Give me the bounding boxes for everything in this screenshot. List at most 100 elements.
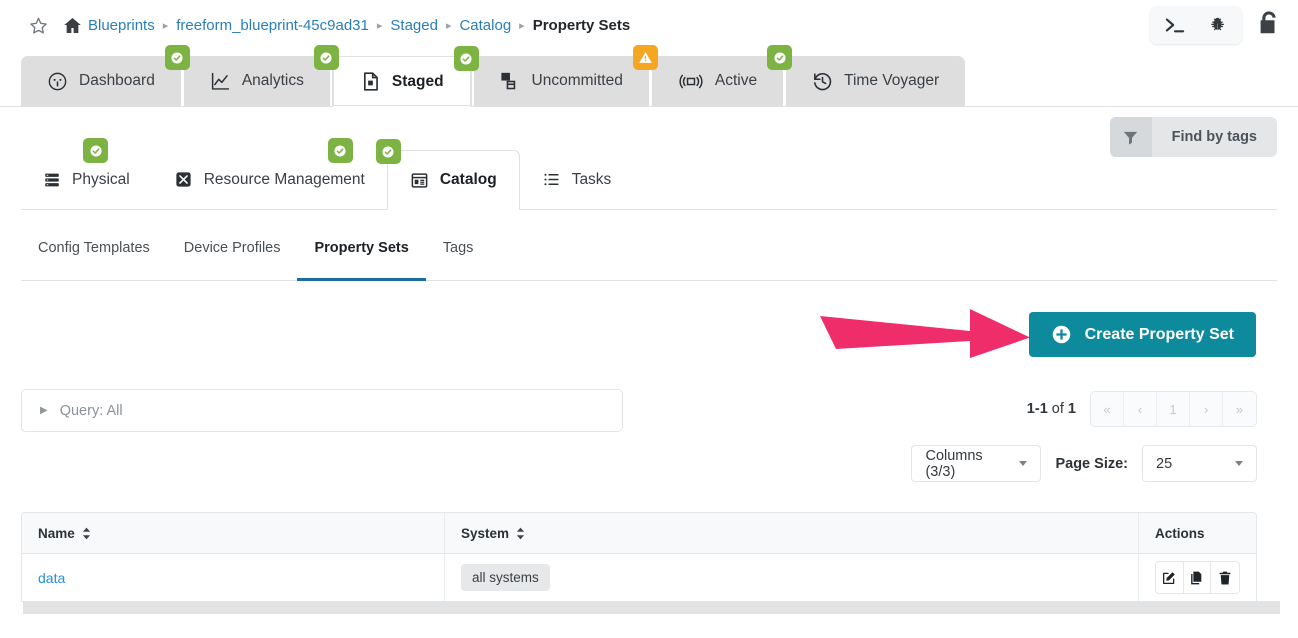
column-header-system[interactable]: System <box>445 513 1139 553</box>
tab-label: Analytics <box>242 72 304 90</box>
tertiary-tab-bar: Config Templates Device Profiles Propert… <box>21 238 1277 281</box>
property-set-link[interactable]: data <box>38 570 65 586</box>
subtab-label: Resource Management <box>204 171 365 189</box>
tab-dashboard[interactable]: Dashboard <box>21 56 181 106</box>
trash-delete-icon <box>1217 570 1233 586</box>
secondary-tab-bar: Physical Resource Management <box>21 150 1277 210</box>
row-action-group <box>1155 561 1240 594</box>
pagination-first-button[interactable]: « <box>1091 392 1124 426</box>
status-badge-ok <box>83 138 108 163</box>
unlocked-padlock-icon[interactable] <box>1254 9 1284 41</box>
create-property-set-button[interactable]: Create Property Set <box>1029 312 1256 357</box>
edit-button[interactable] <box>1156 562 1184 593</box>
column-header-label: System <box>461 526 509 541</box>
tab-label: Uncommitted <box>532 72 623 90</box>
sort-icon <box>516 527 525 540</box>
breadcrumb-item-catalog[interactable]: Catalog <box>459 17 511 34</box>
tab-label: Active <box>715 72 757 90</box>
secondary-tab-region: Physical Resource Management <box>0 107 1298 210</box>
header-action-group <box>1150 6 1242 44</box>
pointer-arrow <box>818 305 1048 360</box>
page-size-label: Page Size: <box>1055 456 1128 472</box>
filter-funnel-icon <box>1110 117 1152 157</box>
subtab-resource-management[interactable]: Resource Management <box>152 150 387 209</box>
catalog-icon <box>410 171 429 190</box>
pagination-last-button[interactable]: » <box>1223 392 1256 426</box>
uncommitted-boxes-icon <box>500 71 521 92</box>
terminal-icon[interactable] <box>1156 12 1194 38</box>
servers-icon <box>43 171 61 189</box>
subtab-physical[interactable]: Physical <box>21 150 152 209</box>
tab-label: Dashboard <box>79 72 155 90</box>
pagination-region: 1-1 of 1 « ‹ 1 › » <box>1027 391 1257 427</box>
status-badge-ok <box>328 138 353 163</box>
page-size-select[interactable]: 25 <box>1142 445 1257 482</box>
horizontal-scrollbar[interactable] <box>23 601 1280 614</box>
status-badge-ok <box>767 45 792 70</box>
breadcrumb-item-current: Property Sets <box>533 17 631 34</box>
pagination-summary: 1-1 of 1 <box>1027 401 1076 417</box>
column-header-label: Name <box>38 526 75 541</box>
gauge-icon <box>47 71 68 92</box>
tab-active[interactable]: Active <box>652 56 783 106</box>
pagination-controls: « ‹ 1 › » <box>1090 391 1257 427</box>
tab-label: Time Voyager <box>844 72 939 90</box>
status-badge-ok <box>314 45 339 70</box>
column-header-name[interactable]: Name <box>22 513 445 553</box>
pagination-total: 1 <box>1068 401 1076 417</box>
find-by-tags-button[interactable]: Find by tags <box>1110 117 1277 157</box>
caret-right-icon: ▶ <box>40 405 48 416</box>
find-by-tags-label: Find by tags <box>1152 117 1277 157</box>
cell-name: data <box>22 554 445 601</box>
page-size-value: 25 <box>1156 456 1172 472</box>
breadcrumb-item-blueprint-id[interactable]: freeform_blueprint-45c9ad31 <box>176 17 369 34</box>
chevron-down-icon <box>1235 461 1243 466</box>
tab-analytics[interactable]: Analytics <box>184 56 330 106</box>
query-filter-box[interactable]: ▶ Query: All <box>21 389 623 432</box>
system-badge: all systems <box>461 564 550 591</box>
status-badge-warning <box>633 45 658 70</box>
tab-property-sets[interactable]: Property Sets <box>297 238 425 281</box>
tab-config-templates[interactable]: Config Templates <box>21 238 167 280</box>
subtab-label: Catalog <box>440 171 497 189</box>
star-icon[interactable] <box>28 16 48 36</box>
pagination-next-button[interactable]: › <box>1190 392 1223 426</box>
subtab-label: Physical <box>72 171 130 189</box>
primary-tab-bar: Dashboard Analytics <box>0 51 1298 107</box>
tab-uncommitted[interactable]: Uncommitted <box>474 56 649 106</box>
plus-circle-icon <box>1051 324 1072 345</box>
tab-label: Staged <box>392 73 444 91</box>
table-header-row: Name System Actions <box>22 513 1256 554</box>
pagination-prev-button[interactable]: ‹ <box>1124 392 1157 426</box>
duplicate-button[interactable] <box>1184 562 1212 593</box>
create-property-set-label: Create Property Set <box>1085 326 1234 344</box>
column-header-label: Actions <box>1155 526 1205 541</box>
tab-staged[interactable]: Staged <box>333 56 471 107</box>
table-controls: Columns (3/3) Page Size: 25 <box>911 445 1257 482</box>
columns-select[interactable]: Columns (3/3) <box>911 445 1041 482</box>
breadcrumb-bar: Blueprints ▸ freeform_blueprint-45c9ad31… <box>0 0 1298 51</box>
history-clock-icon <box>812 71 833 92</box>
pagination-range: 1-1 <box>1027 401 1048 417</box>
line-chart-icon <box>210 71 231 92</box>
tab-tags[interactable]: Tags <box>426 238 491 280</box>
subtab-tasks[interactable]: Tasks <box>520 150 634 209</box>
bug-icon[interactable] <box>1198 12 1236 38</box>
subtab-catalog[interactable]: Catalog <box>387 150 520 210</box>
table-row: data all systems <box>22 554 1256 601</box>
query-text: Query: All <box>60 403 123 419</box>
home-icon[interactable] <box>62 16 82 36</box>
tab-time-voyager[interactable]: Time Voyager <box>786 56 965 106</box>
delete-button[interactable] <box>1211 562 1239 593</box>
tab-device-profiles[interactable]: Device Profiles <box>167 238 298 280</box>
edit-pencil-icon <box>1161 570 1177 586</box>
header-actions <box>1150 6 1284 44</box>
subtab-label: Tasks <box>572 171 612 189</box>
breadcrumb-item-staged[interactable]: Staged <box>390 17 438 34</box>
breadcrumb-separator: ▸ <box>446 21 452 32</box>
property-sets-table: Name System Actions data <box>21 512 1257 602</box>
task-list-icon <box>542 170 561 189</box>
breadcrumb-separator: ▸ <box>377 21 383 32</box>
pagination-page-1-button[interactable]: 1 <box>1157 392 1190 426</box>
breadcrumb-item-blueprints[interactable]: Blueprints <box>88 17 155 34</box>
